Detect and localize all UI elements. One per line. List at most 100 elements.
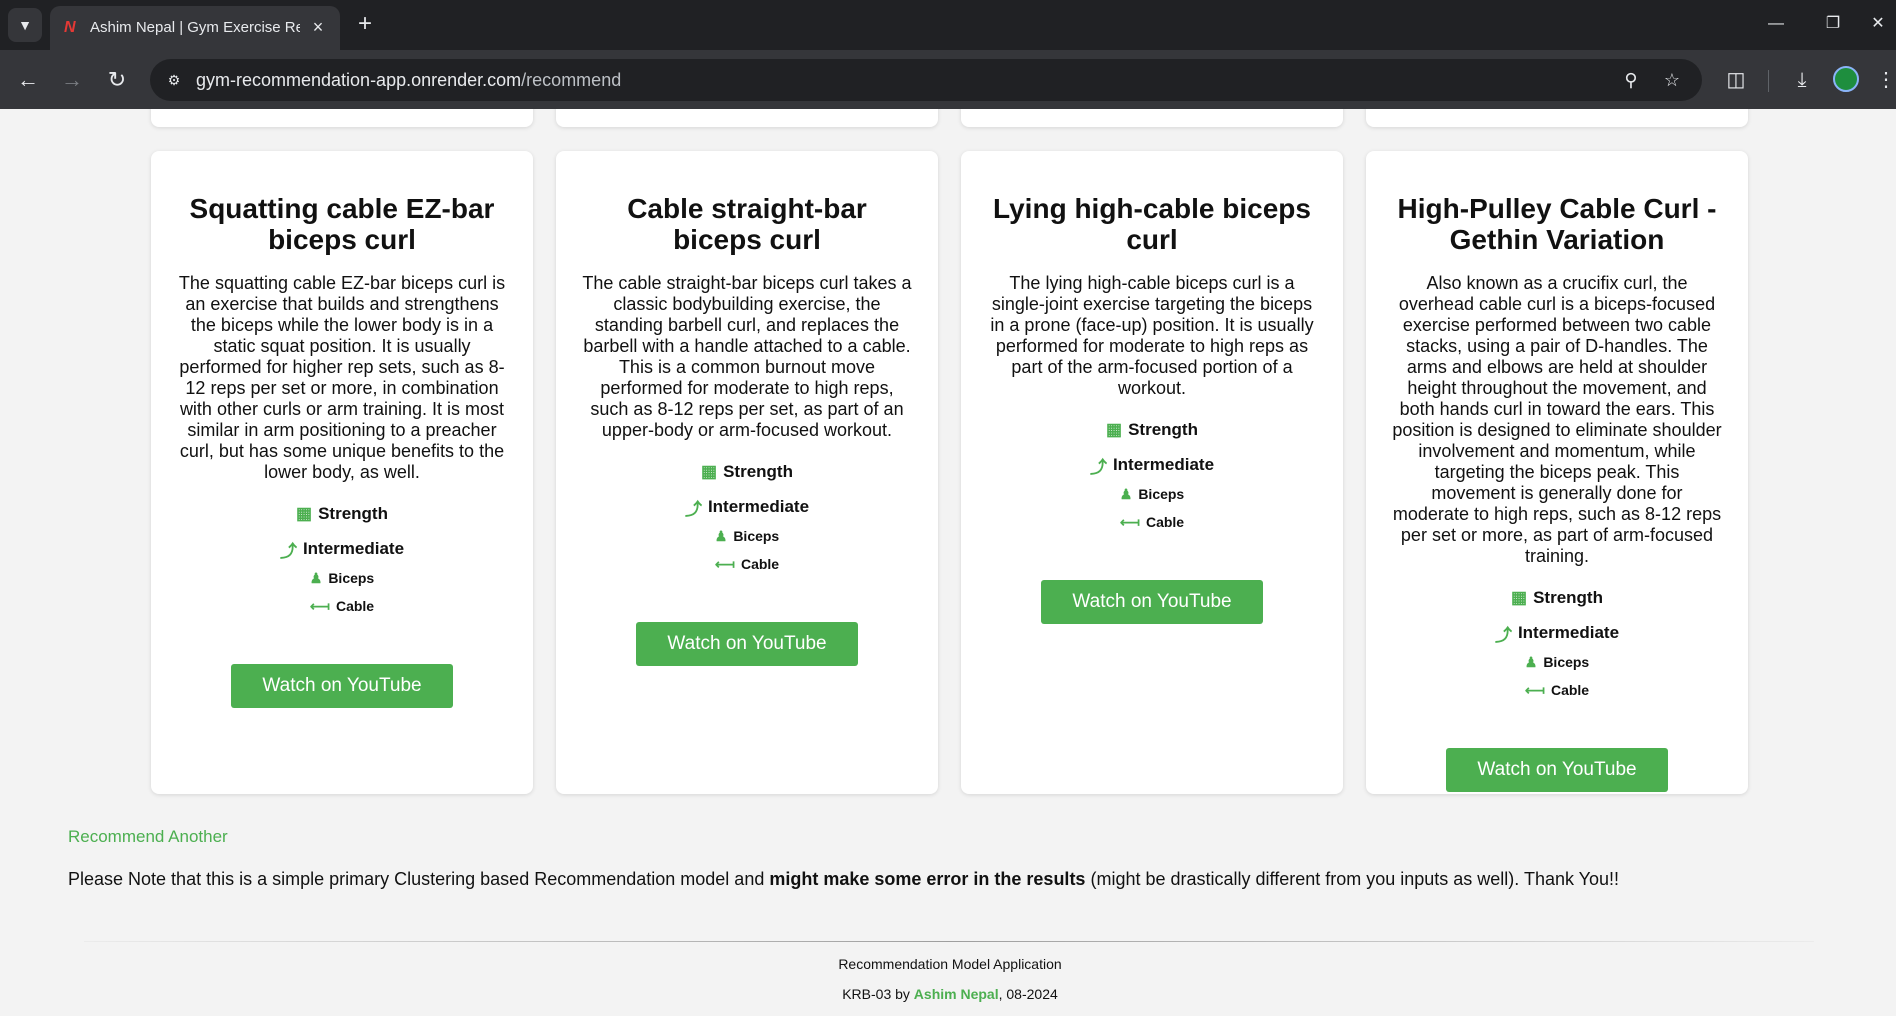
browser-toolbar: ← → ↻ ⚙ gym-recommendation-app.onrender.… xyxy=(0,50,1896,109)
exercise-description: The squatting cable EZ-bar biceps curl i… xyxy=(178,273,506,482)
exercise-type-label: Strength xyxy=(1128,420,1198,439)
note-text: Please Note that this is a simple primar… xyxy=(68,869,770,889)
tab-close-icon[interactable]: × xyxy=(308,17,328,37)
restore-window-icon[interactable]: ❐ xyxy=(1821,12,1845,36)
note-text-end: (might be drastically different from you… xyxy=(1085,869,1620,889)
back-arrow-icon[interactable]: ← xyxy=(14,66,42,94)
previous-card-bottom xyxy=(151,109,533,127)
exercise-muscle-label: Biceps xyxy=(1543,654,1590,670)
table-icon: ▦ xyxy=(296,504,313,523)
exercise-description: Also known as a crucifix curl, the overh… xyxy=(1392,273,1722,566)
dumbbell-icon: ⟻ xyxy=(1524,681,1545,698)
site-info-icon[interactable]: ⚙ xyxy=(164,70,184,90)
browser-tab-strip: ▼ N Ashim Nepal | Gym Exercise Rec × + —… xyxy=(0,0,1896,50)
dumbbell-icon: ⟻ xyxy=(309,597,330,614)
exercise-muscle: ♟ Biceps xyxy=(177,568,507,588)
address-bar[interactable]: ⚙ gym-recommendation-app.onrender.com/re… xyxy=(150,59,1702,101)
exercise-equipment: ⟻ Cable xyxy=(177,596,507,616)
dumbbell-icon: ⟻ xyxy=(1119,513,1140,530)
level-up-arrow-icon: ⤴ xyxy=(1089,457,1107,477)
exercise-description: The lying high-cable biceps curl is a si… xyxy=(990,273,1314,398)
previous-card-bottom xyxy=(961,109,1343,127)
footer-app-name: Recommendation Model Application xyxy=(838,956,1062,972)
tab-search-chevron-down-icon[interactable]: ▼ xyxy=(8,8,42,42)
exercise-type: ▦ Strength xyxy=(177,503,507,525)
url-path: /recommend xyxy=(521,70,622,90)
exercise-type: ▦ Strength xyxy=(582,461,912,483)
url-text[interactable]: gym-recommendation-app.onrender.com/reco… xyxy=(196,70,621,91)
disclaimer-note: Please Note that this is a simple primar… xyxy=(68,869,1619,890)
watch-on-youtube-button[interactable]: Watch on YouTube xyxy=(1446,748,1668,792)
exercise-equipment-label: Cable xyxy=(1145,514,1185,530)
footer-prefix: KRB-03 by xyxy=(842,986,914,1002)
exercise-equipment: ⟻ Cable xyxy=(987,512,1317,532)
level-up-arrow-icon: ⤴ xyxy=(684,499,702,519)
note-emphasis: might make some error in the results xyxy=(769,869,1086,889)
exercise-equipment: ⟻ Cable xyxy=(1392,680,1722,700)
exercise-description: The cable straight-bar biceps curl takes… xyxy=(582,273,912,440)
exercise-level: ⤴ Intermediate xyxy=(582,496,912,519)
downloads-icon[interactable]: ⤓ xyxy=(1788,66,1816,94)
exercise-card: Squatting cable EZ-bar biceps curl The s… xyxy=(151,151,533,794)
previous-card-bottom xyxy=(556,109,938,127)
exercise-muscle: ♟ Biceps xyxy=(582,526,912,546)
exercise-level-label: Intermediate xyxy=(302,539,405,558)
exercise-equipment: ⟻ Cable xyxy=(582,554,912,574)
more-menu-icon[interactable]: ⋮ xyxy=(1876,66,1896,94)
person-icon: ♟ xyxy=(1119,485,1133,502)
profile-avatar[interactable] xyxy=(1833,66,1859,92)
close-window-icon[interactable]: ✕ xyxy=(1866,12,1890,36)
exercise-card: Cable straight-bar biceps curl The cable… xyxy=(556,151,938,794)
exercise-level: ⤴ Intermediate xyxy=(177,538,507,561)
page-content: Squatting cable EZ-bar biceps curl The s… xyxy=(0,109,1896,1016)
bookmark-star-icon[interactable]: ☆ xyxy=(1661,69,1683,91)
exercise-equipment-label: Cable xyxy=(1550,682,1590,698)
exercise-type: ▦ Strength xyxy=(987,419,1317,441)
exercise-muscle: ♟ Biceps xyxy=(987,484,1317,504)
exercise-title: Lying high-cable biceps curl xyxy=(993,193,1311,255)
reload-icon[interactable]: ↻ xyxy=(103,66,131,94)
footer-divider xyxy=(84,941,1814,942)
watch-on-youtube-button[interactable]: Watch on YouTube xyxy=(231,664,453,708)
person-icon: ♟ xyxy=(1524,653,1538,670)
recommend-another-link[interactable]: Recommend Another xyxy=(68,827,228,847)
browser-tab[interactable]: N Ashim Nepal | Gym Exercise Rec × xyxy=(50,6,340,50)
exercise-title: High-Pulley Cable Curl - Gethin Variatio… xyxy=(1397,193,1717,255)
watch-on-youtube-button[interactable]: Watch on YouTube xyxy=(1041,580,1263,624)
exercise-level-label: Intermediate xyxy=(707,497,810,516)
table-icon: ▦ xyxy=(701,462,718,481)
dumbbell-icon: ⟻ xyxy=(714,555,735,572)
exercise-muscle-label: Biceps xyxy=(733,528,780,544)
exercise-level-label: Intermediate xyxy=(1517,623,1620,642)
exercise-card: Lying high-cable biceps curl The lying h… xyxy=(961,151,1343,794)
table-icon: ▦ xyxy=(1511,588,1528,607)
exercise-muscle: ♟ Biceps xyxy=(1392,652,1722,672)
toolbar-divider xyxy=(1768,70,1769,92)
exercise-level: ⤴ Intermediate xyxy=(1392,622,1722,645)
exercise-muscle-label: Biceps xyxy=(328,570,375,586)
exercise-level: ⤴ Intermediate xyxy=(987,454,1317,477)
exercise-muscle-label: Biceps xyxy=(1138,486,1185,502)
exercise-card: High-Pulley Cable Curl - Gethin Variatio… xyxy=(1366,151,1748,794)
forward-arrow-icon[interactable]: → xyxy=(58,66,86,94)
footer-suffix: , 08-2024 xyxy=(998,986,1058,1002)
extensions-puzzle-icon[interactable]: ◫ xyxy=(1722,66,1750,94)
exercise-type-label: Strength xyxy=(723,462,793,481)
url-host: gym-recommendation-app.onrender.com xyxy=(196,70,522,90)
new-tab-plus-icon[interactable]: + xyxy=(352,12,378,38)
exercise-type: ▦ Strength xyxy=(1392,587,1722,609)
table-icon: ▦ xyxy=(1106,420,1123,439)
watch-on-youtube-button[interactable]: Watch on YouTube xyxy=(636,622,858,666)
exercise-type-label: Strength xyxy=(1533,588,1603,607)
site-favicon-icon: N xyxy=(64,19,76,36)
level-up-arrow-icon: ⤴ xyxy=(279,541,297,561)
level-up-arrow-icon: ⤴ xyxy=(1494,625,1512,645)
exercise-title: Squatting cable EZ-bar biceps curl xyxy=(189,193,495,255)
person-icon: ♟ xyxy=(309,569,323,586)
exercise-title: Cable straight-bar biceps curl xyxy=(627,193,867,255)
previous-card-bottom xyxy=(1366,109,1748,127)
footer-credit: KRB-03 by Ashim Nepal, 08-2024 xyxy=(0,986,1896,1002)
author-link[interactable]: Ashim Nepal xyxy=(914,986,999,1002)
minimize-window-icon[interactable]: — xyxy=(1764,12,1788,36)
zoom-magnifier-icon[interactable]: ⚲ xyxy=(1620,69,1642,91)
